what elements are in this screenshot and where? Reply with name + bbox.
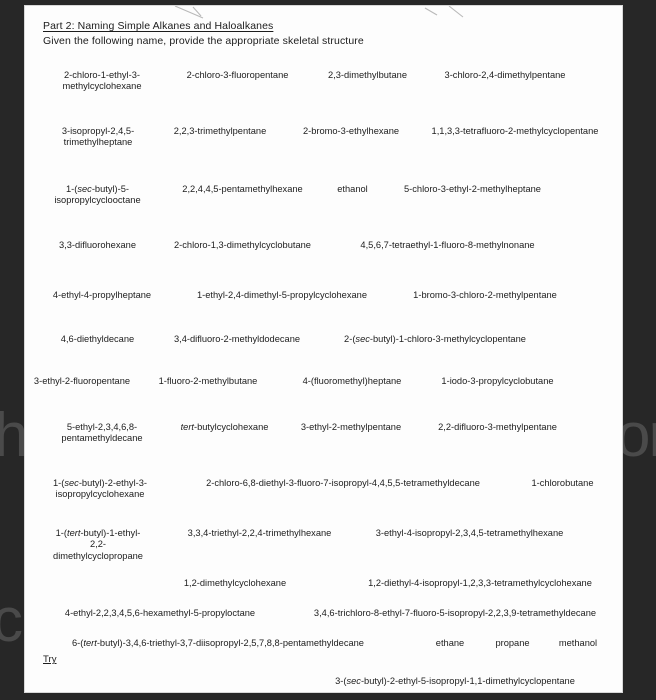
compound-name: tert-butylcyclohexane	[180, 422, 269, 432]
compound-name: 3-isopropyl-2,4,5- trimethylheptane	[61, 126, 135, 148]
compound-name: 1-iodo-3-propylcyclobutane	[441, 376, 554, 386]
compound-name: 3-ethyl-2-methylpentane	[300, 422, 402, 432]
worksheet-page: Part 2: Naming Simple Alkanes and Haloal…	[25, 6, 622, 692]
compound-name: 2-chloro-3-fluoropentane	[186, 70, 289, 80]
compound-name: 1-fluoro-2-methylbutane	[158, 376, 258, 386]
compound-name: 5-ethyl-2,3,4,6,8- pentamethyldecane	[61, 422, 143, 444]
compound-name: 6-(tert-butyl)-3,4,6-triethyl-3,7-diisop…	[72, 638, 364, 648]
compound-name: 3-ethyl-4-isopropyl-2,3,4,5-tetramethylh…	[375, 528, 564, 538]
compound-name: 3,4,6-trichloro-8-ethyl-7-fluoro-5-isopr…	[313, 608, 597, 618]
compound-name: 1,2-diethyl-4-isopropyl-1,2,3,3-tetramet…	[368, 578, 592, 588]
compound-name: 3-ethyl-2-fluoropentane	[33, 376, 131, 386]
worksheet-instruction: Given the following name, provide the ap…	[43, 35, 364, 47]
compound-name: 2-(sec-butyl)-1-chloro-3-methylcyclopent…	[344, 334, 526, 344]
compound-name: methanol	[558, 638, 598, 648]
compound-name: 5-chloro-3-ethyl-2-methylheptane	[404, 184, 541, 194]
compound-name: 1-ethyl-2,4-dimethyl-5-propylcyclohexane	[196, 290, 367, 300]
compound-name: ethanol	[337, 184, 368, 194]
compound-name: 1-(sec-butyl)-5- isopropylcyclooctane	[54, 184, 141, 206]
compound-name: 1-bromo-3-chloro-2-methylpentane	[413, 290, 557, 300]
pencil-scribble-marks	[174, 6, 464, 19]
compound-name: 2-chloro-1-ethyl-3- methylcyclohexane	[62, 70, 142, 92]
compound-name: 3-(sec-butyl)-2-ethyl-5-isopropyl-1,1-di…	[335, 676, 575, 686]
compound-name: 1-chlorobutane	[531, 478, 594, 488]
compound-name: 2,2,3-trimethylpentane	[173, 126, 267, 136]
try-link[interactable]: Try	[43, 654, 57, 665]
watermark-left-lower: c	[0, 586, 23, 655]
compound-name: 4-ethyl-4-propylheptane	[52, 290, 152, 300]
compound-name: 2-chloro-1,3-dimethylcyclobutane	[174, 240, 311, 250]
compound-name: 1,1,3,3-tetrafluoro-2-methylcyclopentane	[431, 126, 599, 136]
compound-name: propane	[495, 638, 530, 648]
compound-name: 4,6-diethyldecane	[60, 334, 135, 344]
compound-name: 3,4-difluoro-2-methyldodecane	[173, 334, 301, 344]
watermark-right: or	[616, 401, 656, 470]
compound-name: 2-chloro-6,8-diethyl-3-fluoro-7-isopropy…	[206, 478, 480, 488]
compound-name: 3,3-difluorohexane	[58, 240, 136, 250]
compound-name: 4-(fluoromethyl)heptane	[302, 376, 402, 386]
compound-name: 4,5,6,7-tetraethyl-1-fluoro-8-methylnona…	[360, 240, 535, 250]
scan-viewport: h c or Part 2: Naming Simple Alkanes and…	[0, 0, 656, 700]
compound-name: 2,2,4,4,5-pentamethylhexane	[182, 184, 303, 194]
compound-name: 2,3-dimethylbutane	[327, 70, 408, 80]
compound-name: 4-ethyl-2,2,3,4,5,6-hexamethyl-5-propylo…	[64, 608, 256, 618]
compound-name: 2-bromo-3-ethylhexane	[302, 126, 400, 136]
compound-name: 3-chloro-2,4-dimethylpentane	[444, 70, 566, 80]
compound-name: 1-(tert-butyl)-1-ethyl- 2,2- dimethylcyc…	[53, 528, 143, 561]
compound-name: 1,2-dimethylcyclohexane	[183, 578, 287, 588]
compound-name: ethane	[435, 638, 465, 648]
compound-name: 3,3,4-triethyl-2,2,4-trimethylhexane	[187, 528, 332, 538]
compound-name: 1-(sec-butyl)-2-ethyl-3- isopropylcycloh…	[52, 478, 148, 500]
compound-name: 2,2-difluoro-3-methylpentane	[438, 422, 557, 432]
